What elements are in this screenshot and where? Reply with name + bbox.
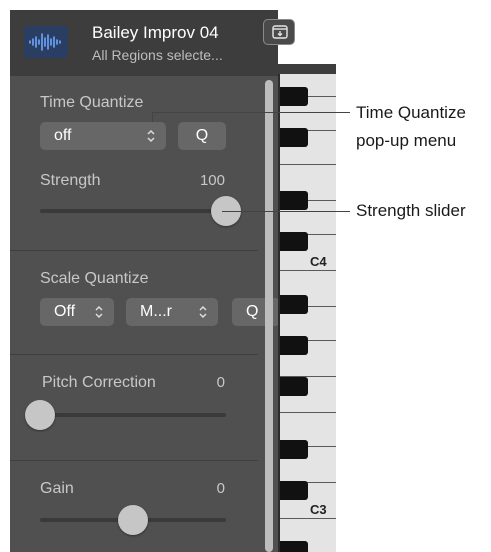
- updown-chevron-icon: [199, 305, 207, 319]
- octave-label-c3: C3: [310, 502, 327, 517]
- section-divider: [10, 250, 258, 251]
- section-divider: [10, 460, 258, 461]
- white-key-divider: [280, 270, 336, 271]
- time-quantize-callout-line2: pop-up menu: [356, 131, 457, 150]
- section-divider: [10, 354, 258, 355]
- black-key[interactable]: [280, 377, 308, 396]
- waveform-icon[interactable]: [24, 26, 68, 58]
- gain-slider-knob[interactable]: [118, 505, 148, 535]
- black-key[interactable]: [280, 191, 308, 210]
- updown-chevron-icon: [147, 129, 155, 143]
- black-key[interactable]: [280, 232, 308, 251]
- strength-label: Strength: [40, 172, 101, 189]
- black-key[interactable]: [280, 336, 308, 355]
- expand-editor-button[interactable]: [263, 19, 295, 45]
- time-quantize-callout-line1: Time Quantize: [356, 103, 466, 122]
- time-quantize-callout-line: [152, 112, 350, 113]
- piano-keyboard[interactable]: C4 C3: [278, 74, 336, 552]
- region-name: Bailey Improv 04: [92, 23, 219, 42]
- black-key[interactable]: [280, 481, 308, 500]
- black-key[interactable]: [280, 87, 308, 106]
- scale-type-popup[interactable]: M...r: [126, 298, 218, 326]
- time-quantize-value: off: [54, 127, 72, 144]
- pitch-correction-slider-track[interactable]: [40, 413, 226, 417]
- scale-quantize-value: Off: [54, 303, 76, 320]
- strength-slider-track[interactable]: [40, 209, 226, 213]
- tray-download-icon: [272, 25, 288, 39]
- white-key-divider: [280, 412, 336, 413]
- strength-value: 100: [199, 172, 225, 189]
- updown-chevron-icon: [95, 305, 103, 319]
- black-key[interactable]: [280, 128, 308, 147]
- pitch-correction-value: 0: [216, 374, 225, 391]
- strength-callout-text: Strength slider: [356, 201, 466, 220]
- black-key[interactable]: [280, 295, 308, 314]
- time-quantize-popup[interactable]: off: [40, 122, 166, 150]
- pitch-correction-label: Pitch Correction: [42, 374, 156, 391]
- scale-quantize-label: Scale Quantize: [40, 270, 149, 287]
- black-key[interactable]: [280, 440, 308, 459]
- octave-label-c4: C4: [310, 254, 327, 269]
- inspector-scrollbar[interactable]: [265, 80, 273, 552]
- pitch-correction-slider-knob[interactable]: [25, 400, 55, 430]
- time-quantize-callout-tick: [152, 112, 153, 122]
- region-selection-status: All Regions selecte...: [92, 47, 223, 63]
- region-inspector-panel: Bailey Improv 04 All Regions selecte... …: [10, 10, 278, 552]
- strength-callout-line: [222, 211, 350, 212]
- white-key-divider: [280, 164, 336, 165]
- white-key-divider: [280, 518, 336, 519]
- scale-quantize-popup[interactable]: Off: [40, 298, 114, 326]
- gain-label: Gain: [40, 480, 74, 497]
- time-quantize-q-button[interactable]: Q: [178, 122, 226, 150]
- time-quantize-label: Time Quantize: [40, 94, 144, 111]
- region-header: Bailey Improv 04 All Regions selecte...: [10, 10, 278, 76]
- gain-value: 0: [216, 480, 225, 497]
- scale-type-value: M...r: [140, 303, 172, 320]
- black-key[interactable]: [280, 541, 308, 552]
